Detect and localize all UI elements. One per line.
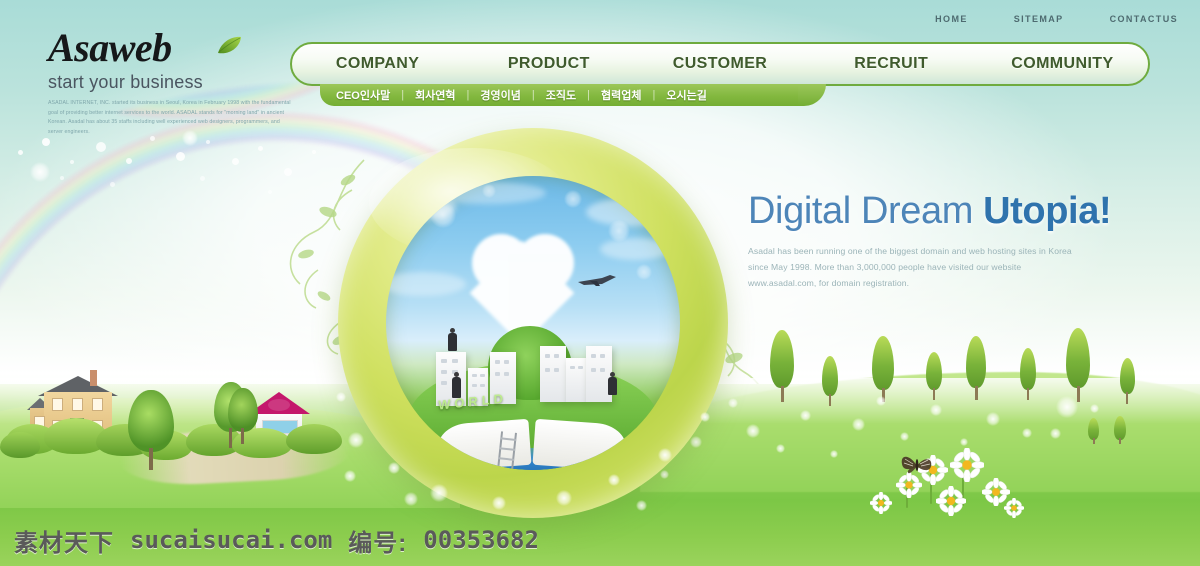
subnav-separator: |	[531, 89, 535, 101]
headline-light: Digital Dream	[748, 190, 984, 232]
nav-item-community[interactable]: COMMUNITY	[977, 55, 1148, 73]
circle-photo: WORLD	[386, 176, 680, 470]
subnav-item-company-history[interactable]: 회사연혁	[415, 87, 455, 103]
brand-blurb: ASADAL INTERNET, INC. started its busine…	[48, 100, 291, 135]
watermark-id-label: 编号:	[348, 529, 408, 557]
businessperson	[448, 328, 458, 352]
hero-headline-block: Digital Dream Utopia! Asadal has been ru…	[748, 190, 1168, 292]
hero-paragraph: Asadal has been running one of the bigge…	[748, 245, 1072, 288]
butterfly-icon	[901, 456, 932, 474]
hero-headline: Digital Dream Utopia!	[748, 190, 1168, 232]
daisy	[869, 491, 893, 515]
businessperson	[608, 372, 618, 396]
leaf-icon	[218, 36, 241, 54]
nav-item-customer[interactable]: CUSTOMER	[634, 55, 805, 73]
watermark-site-cn: 素材天下	[14, 529, 114, 557]
main-nav[interactable]: COMPANY PRODUCT CUSTOMER RECRUIT COMMUNI…	[290, 42, 1150, 86]
daisy	[948, 446, 986, 484]
businessperson	[452, 372, 462, 398]
watermark-bar: 素材天下 sucaisucai.com 编号: 00353682	[0, 514, 1200, 566]
subnav-item-ceo-greeting[interactable]: CEO인사말	[336, 87, 390, 103]
headline-bold: Utopia!	[983, 190, 1112, 232]
subnav-item-directions[interactable]: 오시는길	[666, 87, 706, 103]
subnav-separator: |	[401, 89, 405, 101]
nav-item-product[interactable]: PRODUCT	[463, 55, 634, 73]
subnav-separator: |	[466, 89, 470, 101]
open-book	[436, 418, 628, 470]
nav-item-recruit[interactable]: RECRUIT	[806, 55, 977, 73]
tree	[228, 388, 258, 444]
utility-nav[interactable]: HOME SITEMAP CONTACTUS	[935, 14, 1178, 24]
watermark-id-value: 00353682	[423, 526, 539, 554]
airplane-icon	[578, 275, 616, 286]
watermark-site-url: sucaisucai.com	[130, 526, 333, 554]
m-block	[540, 346, 566, 402]
utility-nav-home[interactable]: HOME	[935, 14, 968, 24]
sub-nav[interactable]: CEO인사말 | 회사연혁 | 경영이념 | 조직도 | 협력업체 | 오시는길	[320, 84, 826, 106]
subnav-item-partners[interactable]: 협력업체	[601, 87, 641, 103]
heart-cloud	[469, 234, 576, 346]
utility-nav-contactus[interactable]: CONTACTUS	[1110, 14, 1178, 24]
utility-nav-sitemap[interactable]: SITEMAP	[1014, 14, 1064, 24]
subnav-separator: |	[587, 89, 590, 101]
page-root: WORLD Asaweb start your business ASADAL …	[0, 0, 1200, 566]
nav-item-company[interactable]: COMPANY	[292, 55, 463, 73]
daisy	[934, 484, 968, 518]
m-block	[566, 358, 586, 402]
hero-circle[interactable]: WORLD	[338, 128, 728, 518]
main-nav-bar[interactable]: COMPANY PRODUCT CUSTOMER RECRUIT COMMUNI…	[290, 42, 1150, 86]
subnav-item-organization-chart[interactable]: 조직도	[546, 87, 576, 103]
tree	[128, 390, 174, 470]
subnav-separator: |	[652, 89, 656, 101]
subnav-item-management-philosophy[interactable]: 경영이념	[480, 87, 520, 103]
